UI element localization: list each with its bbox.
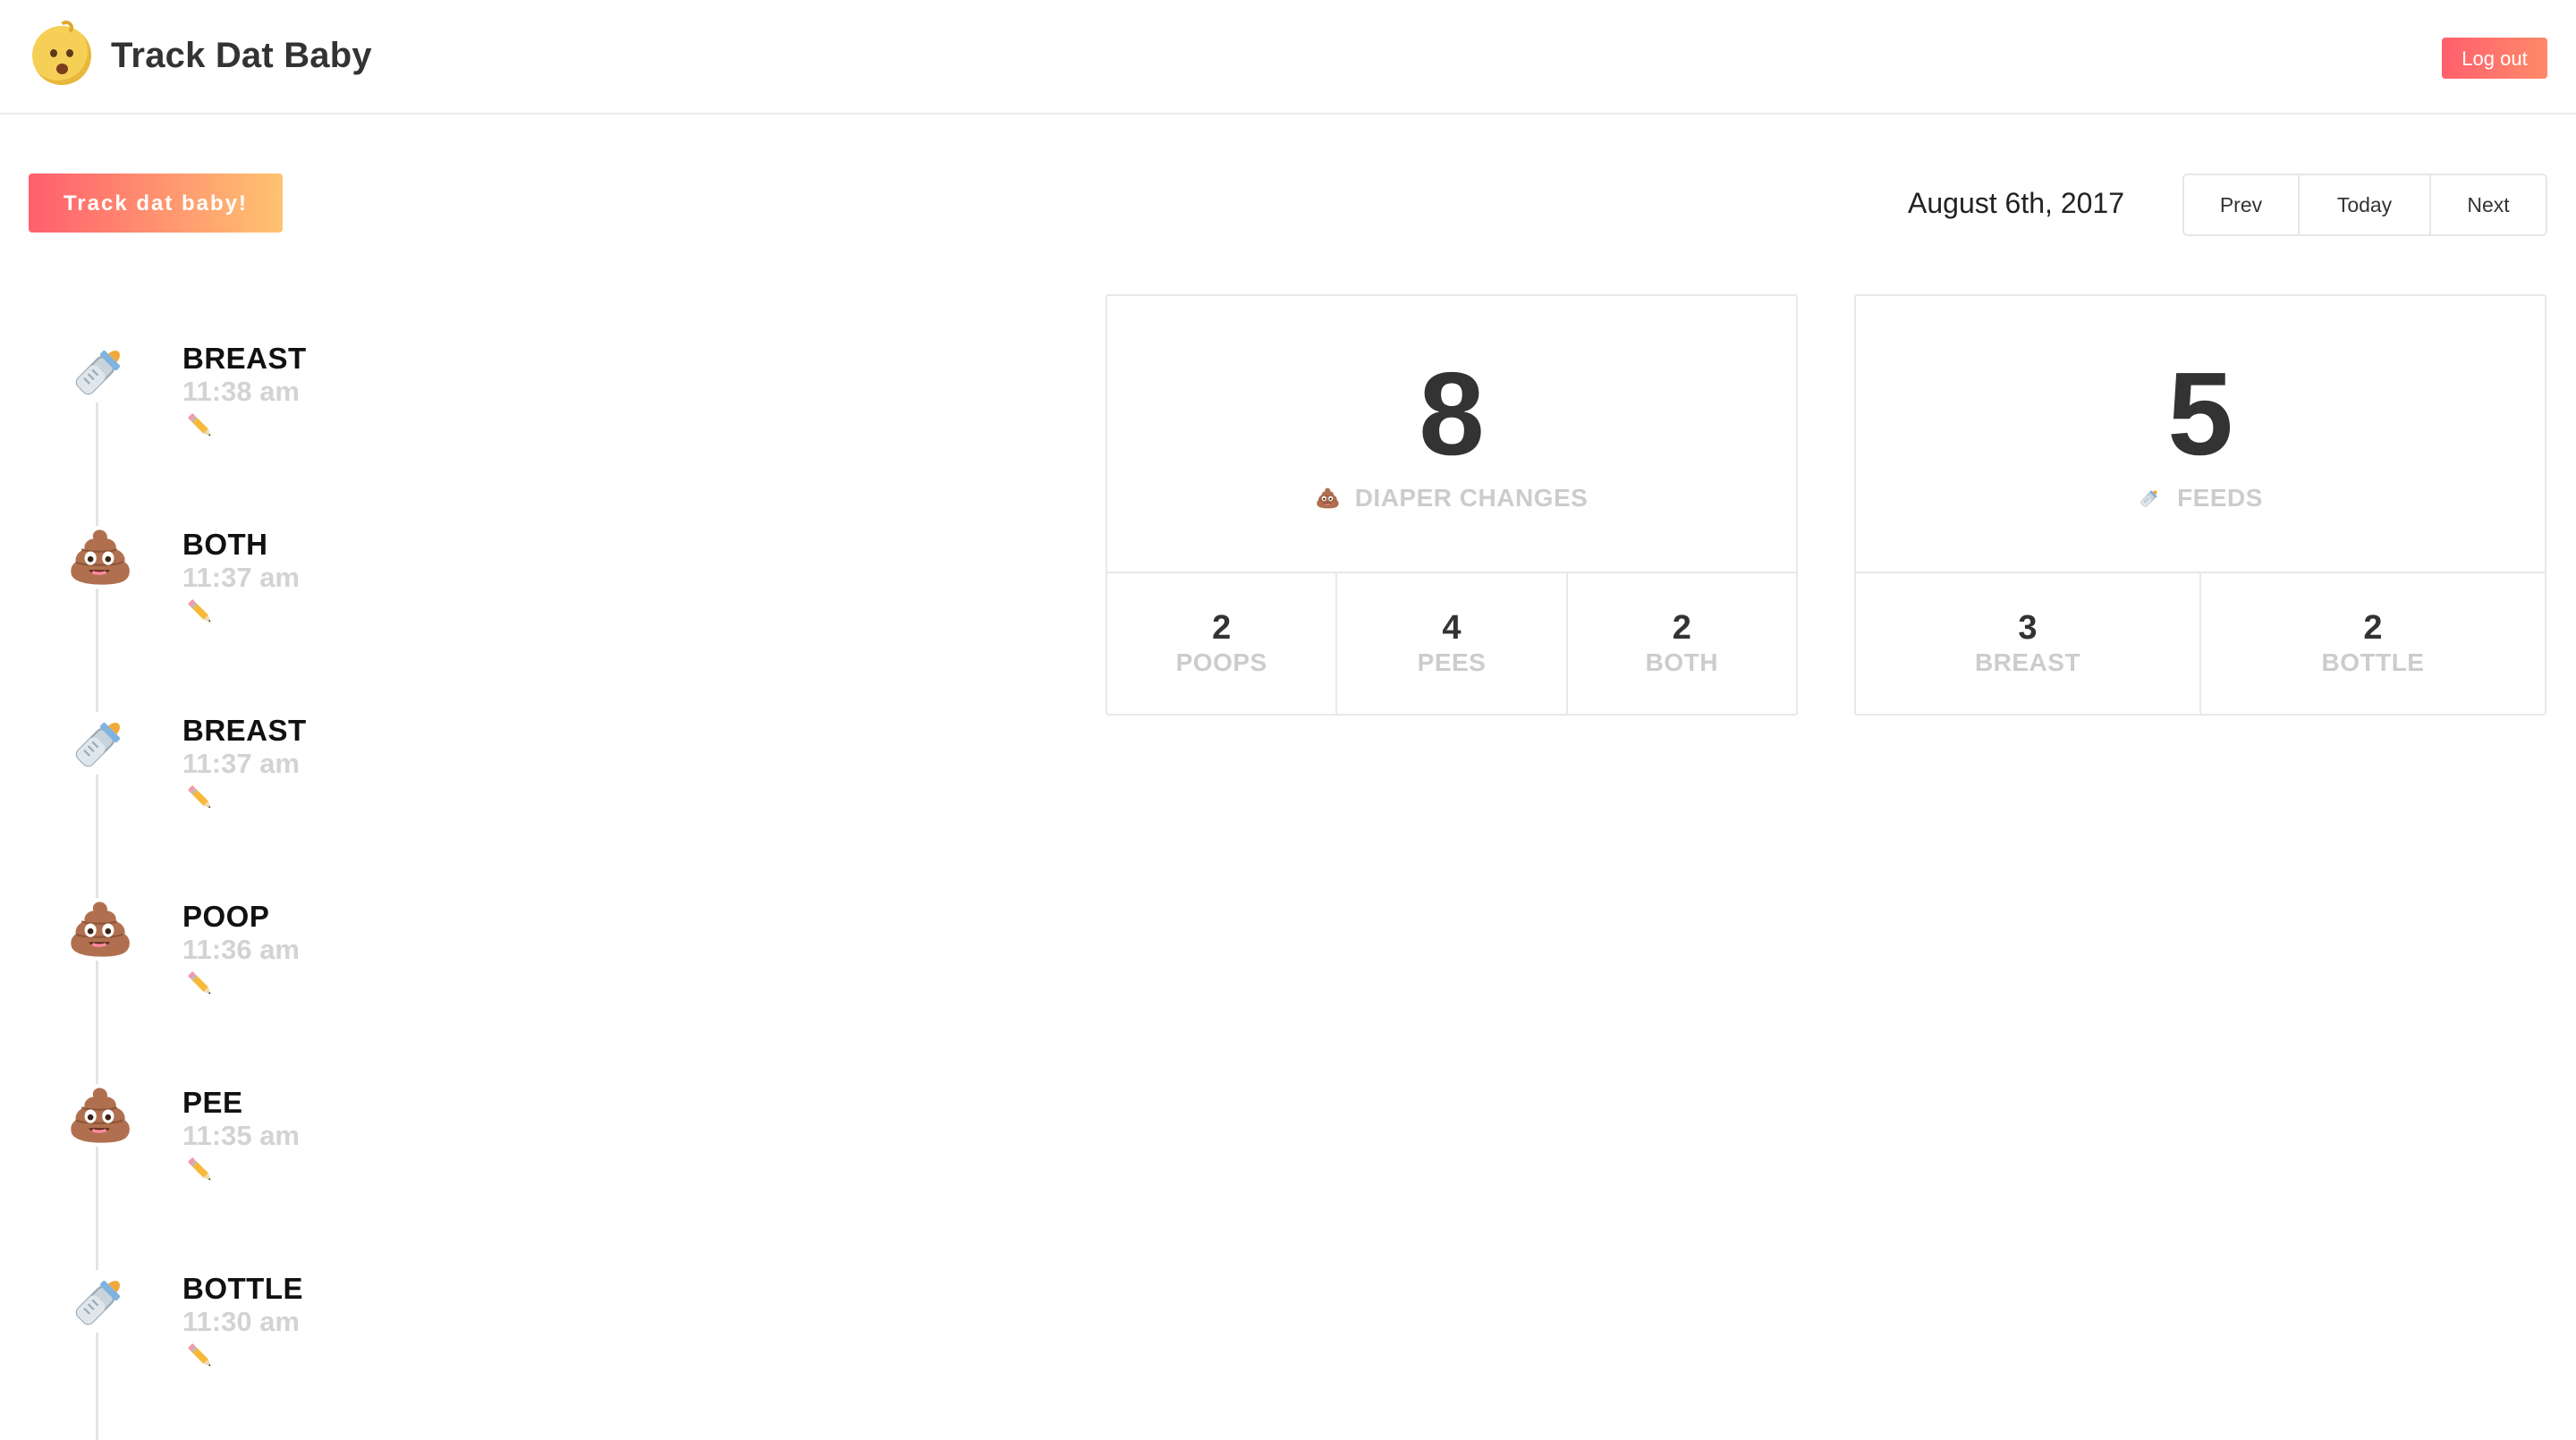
event-type: BREAST bbox=[182, 342, 307, 375]
feeds-label: FEEDS bbox=[2177, 484, 2263, 512]
pencil-icon[interactable] bbox=[182, 966, 218, 1002]
diaper-label-row: DIAPER CHANGES bbox=[1107, 484, 1796, 512]
timeline-event: BREAST 11:37 am bbox=[0, 667, 537, 846]
prev-day-button[interactable]: Prev bbox=[2184, 175, 2298, 234]
feeds-total-count: 5 bbox=[2167, 348, 2233, 479]
both-label: BOTH bbox=[1645, 648, 1718, 676]
pees-count: 4 bbox=[1442, 609, 1462, 647]
diaper-breakdown: 2 POOPS 4 PEES 2 BOTH bbox=[1107, 573, 1796, 716]
breast-count: 3 bbox=[2018, 609, 2038, 647]
top-navbar: Track Dat Baby Log out bbox=[0, 0, 2576, 114]
next-day-button[interactable]: Next bbox=[2429, 175, 2546, 234]
diaper-total-count: 8 bbox=[1419, 348, 1485, 479]
event-type: BREAST bbox=[182, 714, 307, 747]
poop-icon bbox=[68, 898, 131, 961]
event-time: 11:37 am bbox=[182, 562, 300, 593]
date-navigation: Prev Today Next bbox=[2182, 174, 2547, 236]
baby-bottle-icon bbox=[68, 712, 131, 775]
poops-stat: 2 POOPS bbox=[1107, 573, 1335, 716]
breast-label: BREAST bbox=[1974, 648, 2081, 676]
event-timeline: BREAST 11:38 am BOTH 11:37 am BREAST 11:37 am… bbox=[0, 295, 537, 1440]
poop-icon bbox=[68, 526, 131, 589]
brand[interactable]: Track Dat Baby bbox=[32, 21, 372, 85]
baby-face-icon bbox=[32, 21, 91, 85]
baby-bottle-icon bbox=[2138, 487, 2170, 510]
poops-count: 2 bbox=[1212, 609, 1232, 647]
pencil-icon[interactable] bbox=[182, 594, 218, 630]
bottle-label: BOTTLE bbox=[2321, 648, 2425, 676]
event-type: PEE bbox=[182, 1086, 243, 1119]
pencil-icon[interactable] bbox=[182, 1152, 218, 1188]
baby-bottle-icon bbox=[68, 1270, 131, 1333]
diaper-label: DIAPER CHANGES bbox=[1354, 484, 1589, 512]
feeds-summary: 5 FEEDS bbox=[1856, 296, 2545, 573]
logout-button[interactable]: Log out bbox=[2442, 38, 2547, 79]
pees-stat: 4 PEES bbox=[1335, 573, 1565, 716]
poop-icon bbox=[68, 1084, 131, 1147]
breast-stat: 3 BREAST bbox=[1856, 573, 2199, 716]
timeline-event: BREAST 11:38 am bbox=[0, 295, 537, 474]
timeline-event: BOTH 11:37 am bbox=[0, 481, 537, 660]
track-baby-button[interactable]: Track dat baby! bbox=[29, 174, 283, 233]
pees-label: PEES bbox=[1417, 648, 1487, 676]
feeds-label-row: FEEDS bbox=[1856, 484, 2545, 512]
current-date: August 6th, 2017 bbox=[1908, 187, 2124, 219]
event-type: BOTH bbox=[182, 528, 268, 561]
baby-bottle-icon bbox=[68, 340, 131, 402]
feeds-stats-card: 5 FEEDS 3 BREAST 2 BOTTLE bbox=[1854, 294, 2546, 716]
timeline-event: POOP 11:36 am bbox=[0, 853, 537, 1032]
poop-icon bbox=[1316, 487, 1348, 510]
today-button[interactable]: Today bbox=[2298, 175, 2429, 234]
pencil-icon[interactable] bbox=[182, 408, 218, 444]
event-time: 11:38 am bbox=[182, 376, 300, 407]
diaper-summary: 8 DIAPER CHANGES bbox=[1107, 296, 1796, 573]
feeds-breakdown: 3 BREAST 2 BOTTLE bbox=[1856, 573, 2545, 716]
poops-label: POOPS bbox=[1175, 648, 1267, 676]
pencil-icon[interactable] bbox=[182, 1338, 218, 1374]
event-time: 11:30 am bbox=[182, 1306, 300, 1337]
pencil-icon[interactable] bbox=[182, 780, 218, 816]
event-time: 11:35 am bbox=[182, 1120, 300, 1151]
both-stat: 2 BOTH bbox=[1565, 573, 1796, 716]
event-type: POOP bbox=[182, 900, 270, 933]
bottle-stat: 2 BOTTLE bbox=[2199, 573, 2545, 716]
event-time: 11:36 am bbox=[182, 934, 300, 965]
both-count: 2 bbox=[1672, 609, 1691, 647]
event-time: 11:37 am bbox=[182, 748, 300, 779]
app-title: Track Dat Baby bbox=[111, 35, 372, 75]
timeline-event: BOTTLE 11:30 am bbox=[0, 1225, 537, 1404]
timeline-event: PEE 11:35 am bbox=[0, 1039, 537, 1218]
bottle-count: 2 bbox=[2363, 609, 2383, 647]
event-type: BOTTLE bbox=[182, 1272, 303, 1305]
diaper-stats-card: 8 DIAPER CHANGES 2 POOPS 4 PEES 2 BOTH bbox=[1106, 294, 1798, 716]
